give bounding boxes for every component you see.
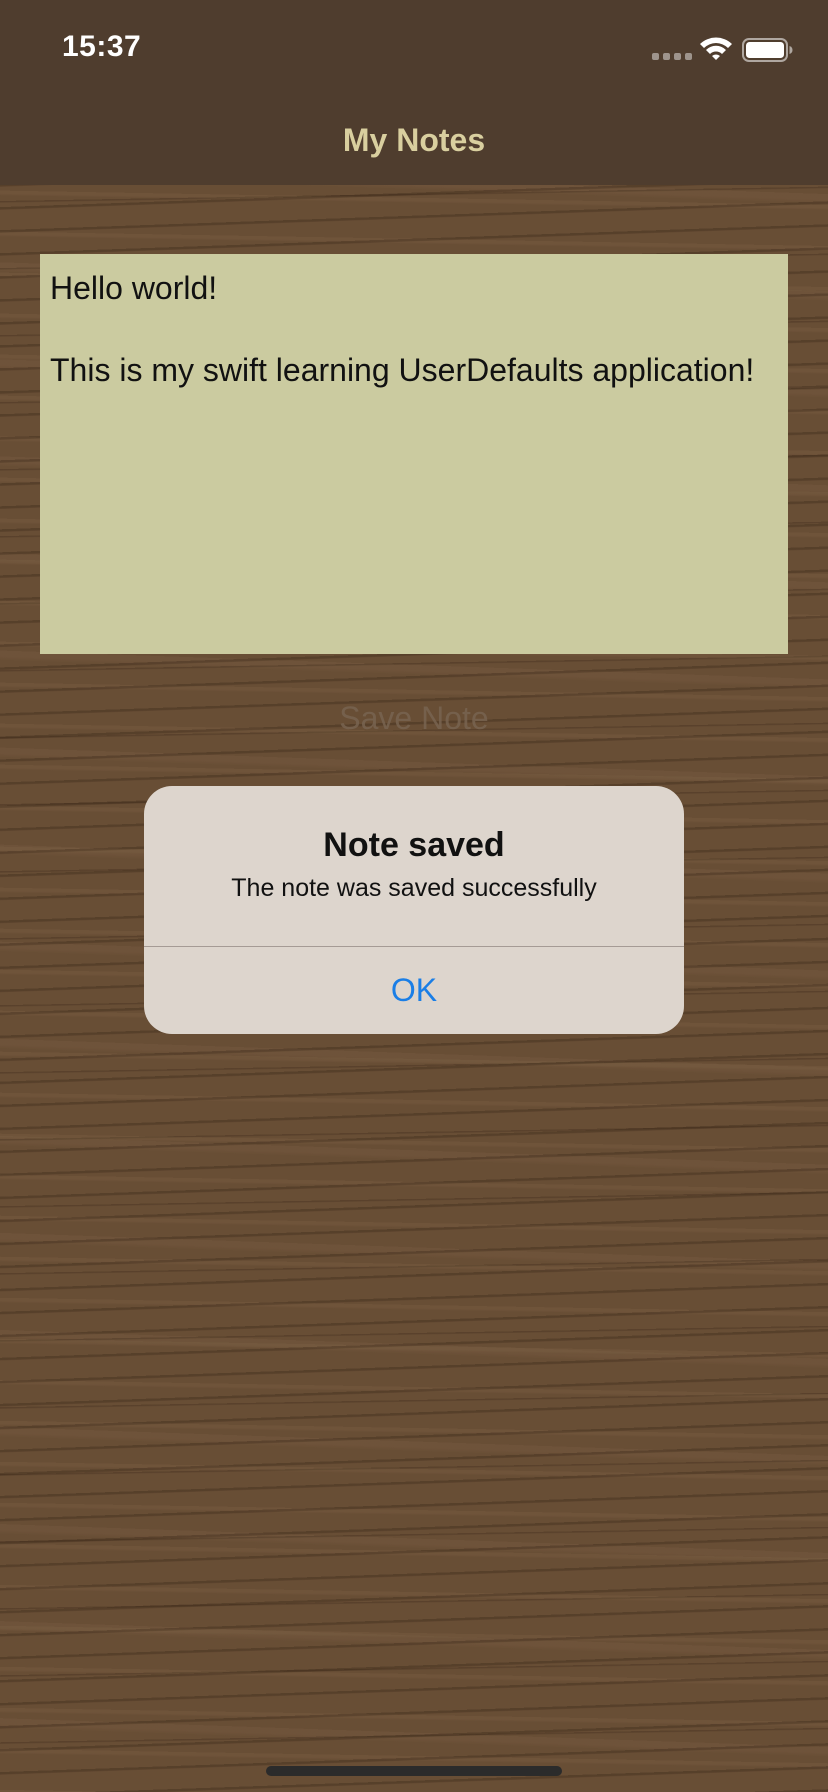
page-title: My Notes [342, 122, 486, 158]
cellular-signal-icon [652, 53, 692, 61]
navigation-bar: My Notes [0, 96, 828, 185]
wifi-icon [700, 37, 732, 60]
alert-ok-button[interactable]: OK [144, 947, 684, 1034]
status-time: 15:37 [62, 30, 142, 63]
home-indicator[interactable] [266, 1766, 562, 1776]
battery-icon [742, 38, 793, 62]
alert-message: The note was saved successfully [231, 874, 597, 902]
note-saved-alert: Note saved The note was saved successful… [144, 786, 684, 1034]
note-text-area[interactable]: Hello world! This is my swift learning U… [40, 254, 788, 654]
save-note-button[interactable]: Save Note [0, 700, 828, 737]
alert-title: Note saved [323, 826, 505, 864]
status-bar: 15:37 [0, 0, 828, 96]
